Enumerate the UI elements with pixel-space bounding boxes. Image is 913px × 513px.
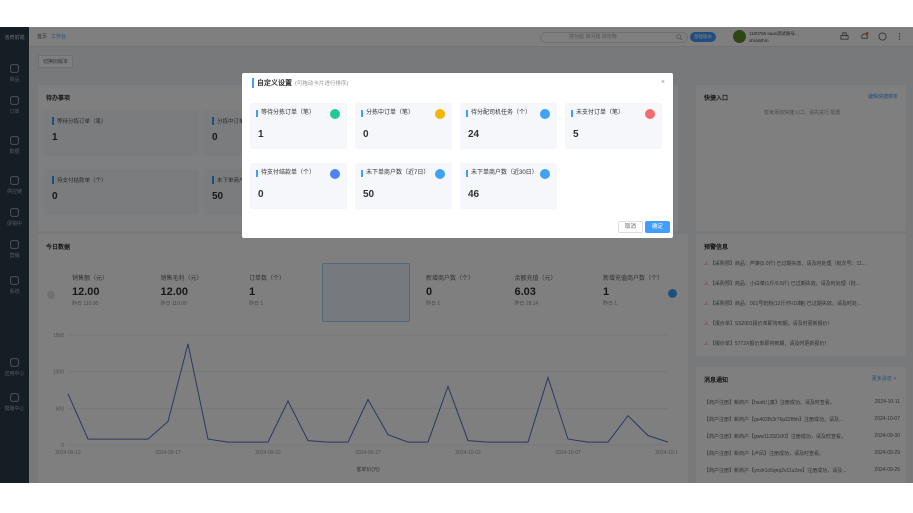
card-icon xyxy=(435,169,445,179)
card-label: 分拣中订单（笔） xyxy=(361,110,433,117)
card-value: 50 xyxy=(363,189,375,200)
settings-card[interactable]: 待支付结款单（个） 0 xyxy=(250,163,347,209)
card-value: 0 xyxy=(258,189,264,200)
card-icon xyxy=(645,109,655,119)
card-label: 待分配司机任务（个） xyxy=(466,110,538,117)
card-label: 未下单商户数（近7日） xyxy=(361,170,433,177)
card-label: 等待分拣订单（笔） xyxy=(256,110,328,117)
card-value: 1 xyxy=(258,129,264,140)
custom-settings-dialog: 自定义设置 (可拖动卡片进行排序) × 等待分拣订单（笔） 1 分拣中订单（笔） 0 待分… xyxy=(242,73,673,238)
card-value: 5 xyxy=(573,129,579,140)
card-value: 24 xyxy=(468,129,480,140)
dialog-hint: (可拖动卡片进行排序) xyxy=(295,81,349,87)
card-value: 46 xyxy=(468,189,480,200)
card-icon xyxy=(540,169,550,179)
card-label: 待支付结款单（个） xyxy=(256,170,328,177)
card-icon xyxy=(540,109,550,119)
settings-card[interactable]: 未下单商户数（近7日） 50 xyxy=(355,163,452,209)
cancel-button[interactable]: 取消 xyxy=(618,221,644,233)
card-icon xyxy=(330,169,340,179)
card-icon xyxy=(330,109,340,119)
card-icon xyxy=(435,109,445,119)
dialog-title: 自定义设置 (可拖动卡片进行排序) xyxy=(252,78,348,88)
settings-card[interactable]: 未下单商户数（近30日） 46 xyxy=(460,163,557,209)
settings-card[interactable]: 未支付订单（笔） 5 xyxy=(565,103,662,149)
close-icon[interactable]: × xyxy=(661,79,665,86)
confirm-button[interactable]: 确定 xyxy=(645,221,671,233)
card-label: 未支付订单（笔） xyxy=(571,110,643,117)
app-window: 洛奇前端 商品订单数据供应链促销中营销系统应用中心模版中心 首页 工作台 搜功能… xyxy=(0,27,913,483)
settings-card[interactable]: 分拣中订单（笔） 0 xyxy=(355,103,452,149)
settings-card[interactable]: 等待分拣订单（笔） 1 xyxy=(250,103,347,149)
card-label: 未下单商户数（近30日） xyxy=(466,170,538,177)
dialog-title-text: 自定义设置 xyxy=(257,80,292,87)
card-value: 0 xyxy=(363,129,369,140)
settings-card[interactable]: 待分配司机任务（个） 24 xyxy=(460,103,557,149)
